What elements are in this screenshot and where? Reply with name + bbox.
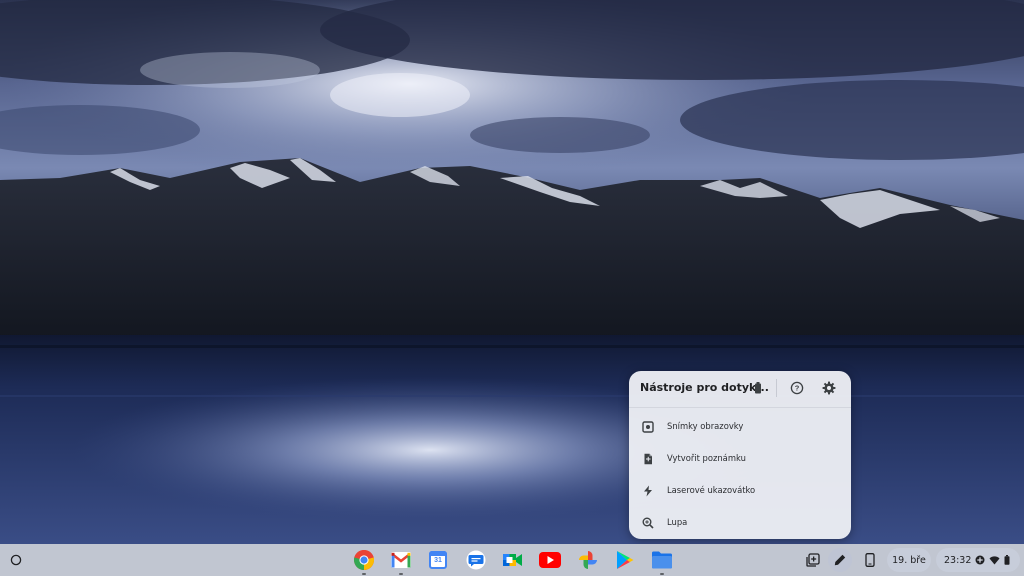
status-area-button[interactable]: 23:32 — [940, 549, 1020, 571]
header-divider — [776, 379, 777, 397]
menu-item-laser-pointer[interactable]: Laserové ukazovátko — [629, 476, 851, 506]
gmail-icon — [391, 552, 411, 568]
shelf-app-play-store[interactable] — [613, 548, 637, 572]
messages-icon — [466, 550, 486, 570]
chrome-icon — [353, 549, 375, 570]
youtube-icon — [539, 552, 561, 568]
shelf-app-files[interactable] — [650, 548, 674, 575]
time-text: 23:32 — [944, 554, 972, 566]
shelf-app-gmail[interactable] — [389, 548, 413, 575]
screenshot-icon — [641, 420, 655, 434]
running-indicator — [399, 573, 403, 575]
date-tray-button[interactable]: 19. bře — [887, 549, 931, 571]
stylus-menu-header: Nástroje pro dotyk... ? — [629, 371, 851, 405]
shelf-app-meet[interactable] — [501, 548, 525, 572]
wifi-icon — [989, 555, 1000, 564]
calendar-day-text: 31 — [434, 557, 442, 564]
menu-item-label: Snímky obrazovky — [667, 421, 744, 431]
running-indicator — [362, 573, 366, 575]
shelf-app-youtube[interactable] — [538, 548, 562, 572]
play-store-icon — [617, 551, 634, 569]
menu-item-label: Laserové ukazovátko — [667, 485, 756, 495]
shelf-app-chrome[interactable] — [352, 548, 376, 575]
launcher-button[interactable] — [8, 552, 24, 568]
calendar-icon: 31 — [429, 551, 447, 569]
menu-item-create-note[interactable]: Vytvořit poznámku — [629, 444, 851, 474]
phone-icon — [865, 553, 875, 567]
menu-item-magnifier[interactable]: Lupa — [629, 508, 851, 538]
laser-pointer-icon — [641, 484, 655, 498]
screen-capture-icon — [806, 553, 820, 567]
note-icon — [641, 452, 655, 466]
screen-capture-button[interactable] — [802, 549, 824, 571]
menu-item-label: Vytvořit poznámku — [667, 453, 746, 463]
battery-status-icon — [1004, 555, 1010, 565]
files-icon — [652, 551, 672, 569]
magnifier-icon — [641, 516, 655, 530]
shelf-app-calendar[interactable]: 31 — [426, 548, 450, 572]
stylus-tray-button[interactable] — [829, 549, 851, 571]
shelf-app-messages[interactable] — [464, 548, 488, 572]
launcher-circle-icon — [10, 554, 22, 566]
phone-hub-button[interactable] — [859, 549, 881, 571]
pen-icon — [834, 554, 846, 566]
running-indicator — [660, 573, 664, 575]
help-icon[interactable]: ? — [789, 380, 805, 396]
stylus-tools-menu: Nástroje pro dotyk... ? Snímky obrazovky… — [629, 371, 851, 539]
svg-text:?: ? — [795, 384, 800, 393]
settings-icon[interactable] — [821, 380, 837, 396]
menu-separator — [629, 407, 851, 408]
menu-item-label: Lupa — [667, 517, 688, 527]
date-text: 19. bře — [892, 554, 926, 566]
menu-item-screenshot[interactable]: Snímky obrazovky — [629, 412, 851, 442]
meet-icon — [503, 554, 522, 566]
desktop-wallpaper — [0, 0, 1024, 576]
shelf: 31 19. bře 23:32 — [0, 544, 1024, 576]
shelf-app-photos[interactable] — [576, 548, 600, 572]
battery-icon — [750, 380, 766, 396]
notification-icon — [975, 555, 985, 565]
photos-icon — [579, 551, 597, 569]
